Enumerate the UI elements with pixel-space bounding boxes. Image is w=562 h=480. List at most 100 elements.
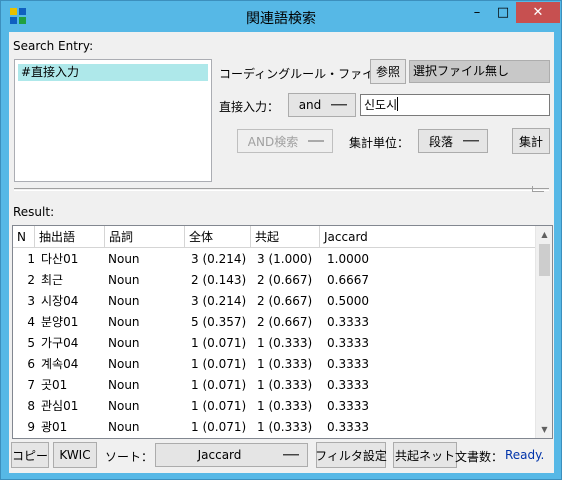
table-row[interactable]: 3 시장04 Noun 3 (0.214) 2 (0.667) 0.5000 [13,291,535,312]
and-search-value: AND検索 [247,134,299,149]
and-or-select[interactable]: and [288,93,356,117]
status-text: Ready. [505,448,545,462]
cell-n: 5 [27,336,35,350]
scroll-up-icon[interactable]: ▲ [536,226,552,243]
cell-pos: Noun [108,420,140,434]
cell-jaccard: 0.3333 [327,378,369,392]
cell-pos: Noun [108,294,140,308]
cooccurrence-network-button[interactable]: 共起ネット [393,442,457,468]
column-header-total[interactable]: 全体 [185,226,251,248]
table-row[interactable]: 8 관심01 Noun 1 (0.071) 1 (0.333) 0.3333 [13,396,535,417]
cell-total: 5 (0.357) [191,315,247,329]
dropdown-bar-icon [331,104,347,106]
cell-jaccard: 0.3333 [327,420,369,434]
table-row[interactable]: 5 가구04 Noun 1 (0.071) 1 (0.333) 0.3333 [13,333,535,354]
sort-select[interactable]: Jaccard [155,443,308,467]
cell-pos: Noun [108,399,140,413]
cell-n: 9 [27,420,35,434]
cell-n: 1 [27,252,35,266]
cell-jaccard: 1.0000 [327,252,369,266]
cell-total: 2 (0.143) [191,273,247,287]
and-or-value: and [298,98,322,112]
cell-pos: Noun [108,357,140,371]
cell-jaccard: 0.5000 [327,294,369,308]
direct-input-label: 直接入力： [219,100,280,114]
copy-button[interactable]: コピー [11,442,49,468]
cell-word: 관심01 [41,399,79,413]
scroll-down-icon[interactable]: ▼ [536,421,552,438]
cell-total: 1 (0.071) [191,336,247,350]
unit-select[interactable]: 段落 [418,129,488,153]
sort-value: Jaccard [197,448,242,462]
cell-pos: Noun [108,273,140,287]
and-search-select[interactable]: AND検索 [237,129,333,153]
cell-pos: Noun [108,252,140,266]
table-header: N 抽出語 品詞 全体 共起 Jaccard [13,226,535,248]
cell-word: 분양01 [41,315,79,329]
cell-word: 다산01 [41,252,79,266]
cell-total: 1 (0.071) [191,420,247,434]
unit-label: 集計単位： [349,136,410,150]
filter-settings-button[interactable]: フィルタ設定 [315,442,387,468]
direct-input-value: 신도시 [364,98,398,112]
cell-word: 시장04 [41,294,79,308]
table-row[interactable]: 6 계속04 Noun 1 (0.071) 1 (0.333) 0.3333 [13,354,535,375]
cell-jaccard: 0.3333 [327,399,369,413]
direct-input-field[interactable]: 신도시 [360,94,550,116]
cell-word: 최근 [41,273,64,287]
cell-cooc: 3 (1.000) [257,252,313,266]
table-row[interactable]: 7 곳01 Noun 1 (0.071) 1 (0.333) 0.3333 [13,375,535,396]
search-entry-label: Search Entry: [13,39,94,53]
result-label: Result: [13,205,55,219]
splitter-handle[interactable] [532,186,544,192]
minimize-button[interactable]: – [464,2,490,23]
cell-word: 계속04 [41,357,79,371]
cell-jaccard: 0.3333 [327,315,369,329]
cell-cooc: 1 (0.333) [257,420,313,434]
close-button[interactable]: ✕ [516,2,560,23]
table-body: 1 다산01 Noun 3 (0.214) 3 (1.000) 1.0000 2 최근 Noun… [13,249,535,438]
cell-n: 4 [27,315,35,329]
table-row[interactable]: 2 최근 Noun 2 (0.143) 2 (0.667) 0.6667 [13,270,535,291]
document-count-label: 文書数： [455,450,504,464]
column-header-pos[interactable]: 品詞 [105,226,185,248]
column-header-jaccard[interactable]: Jaccard [320,226,535,248]
cell-word: 곳01 [41,378,68,392]
coding-rule-file-field: 選択ファイル無し [409,60,550,83]
pane-splitter[interactable] [14,188,549,191]
table-row[interactable]: 4 분양01 Noun 5 (0.357) 2 (0.667) 0.3333 [13,312,535,333]
search-entry-item[interactable]: #直接入力 [18,64,208,81]
dropdown-bar-icon [283,454,299,456]
search-entry-list[interactable]: #直接入力 [14,59,212,182]
dropdown-bar-icon [463,140,479,142]
column-header-cooc[interactable]: 共起 [251,226,320,248]
client-area: Search Entry: #直接入力 コーディングルール・ファイル： 参照 選… [9,32,554,473]
dropdown-bar-icon [308,140,324,142]
cell-pos: Noun [108,315,140,329]
cell-cooc: 2 (0.667) [257,273,313,287]
vertical-scrollbar[interactable]: ▲ ▼ [535,226,552,438]
kwic-button[interactable]: KWIC [53,442,97,468]
column-header-word[interactable]: 抽出語 [35,226,105,248]
cell-cooc: 1 (0.333) [257,357,313,371]
cell-n: 2 [27,273,35,287]
cell-n: 8 [27,399,35,413]
maximize-button[interactable]: □ [490,2,516,23]
count-button[interactable]: 集計 [512,128,550,154]
scroll-thumb[interactable] [539,244,550,276]
cell-n: 6 [27,357,35,371]
text-caret [397,97,399,111]
cell-word: 광01 [41,420,68,434]
cell-n: 7 [27,378,35,392]
result-table: N 抽出語 品詞 全体 共起 Jaccard 1 다산01 Noun 3 (0.214… [12,225,553,439]
cell-pos: Noun [108,378,140,392]
title-bar[interactable]: 関連語検索 – □ ✕ [1,1,561,31]
app-window: 関連語検索 – □ ✕ Search Entry: #直接入力 コーディングルー… [0,0,562,480]
cell-total: 3 (0.214) [191,252,247,266]
cell-cooc: 2 (0.667) [257,315,313,329]
cell-total: 3 (0.214) [191,294,247,308]
browse-button[interactable]: 参照 [370,59,406,84]
table-row[interactable]: 9 광01 Noun 1 (0.071) 1 (0.333) 0.3333 [13,417,535,438]
table-row[interactable]: 1 다산01 Noun 3 (0.214) 3 (1.000) 1.0000 [13,249,535,270]
column-header-n[interactable]: N [13,226,35,248]
